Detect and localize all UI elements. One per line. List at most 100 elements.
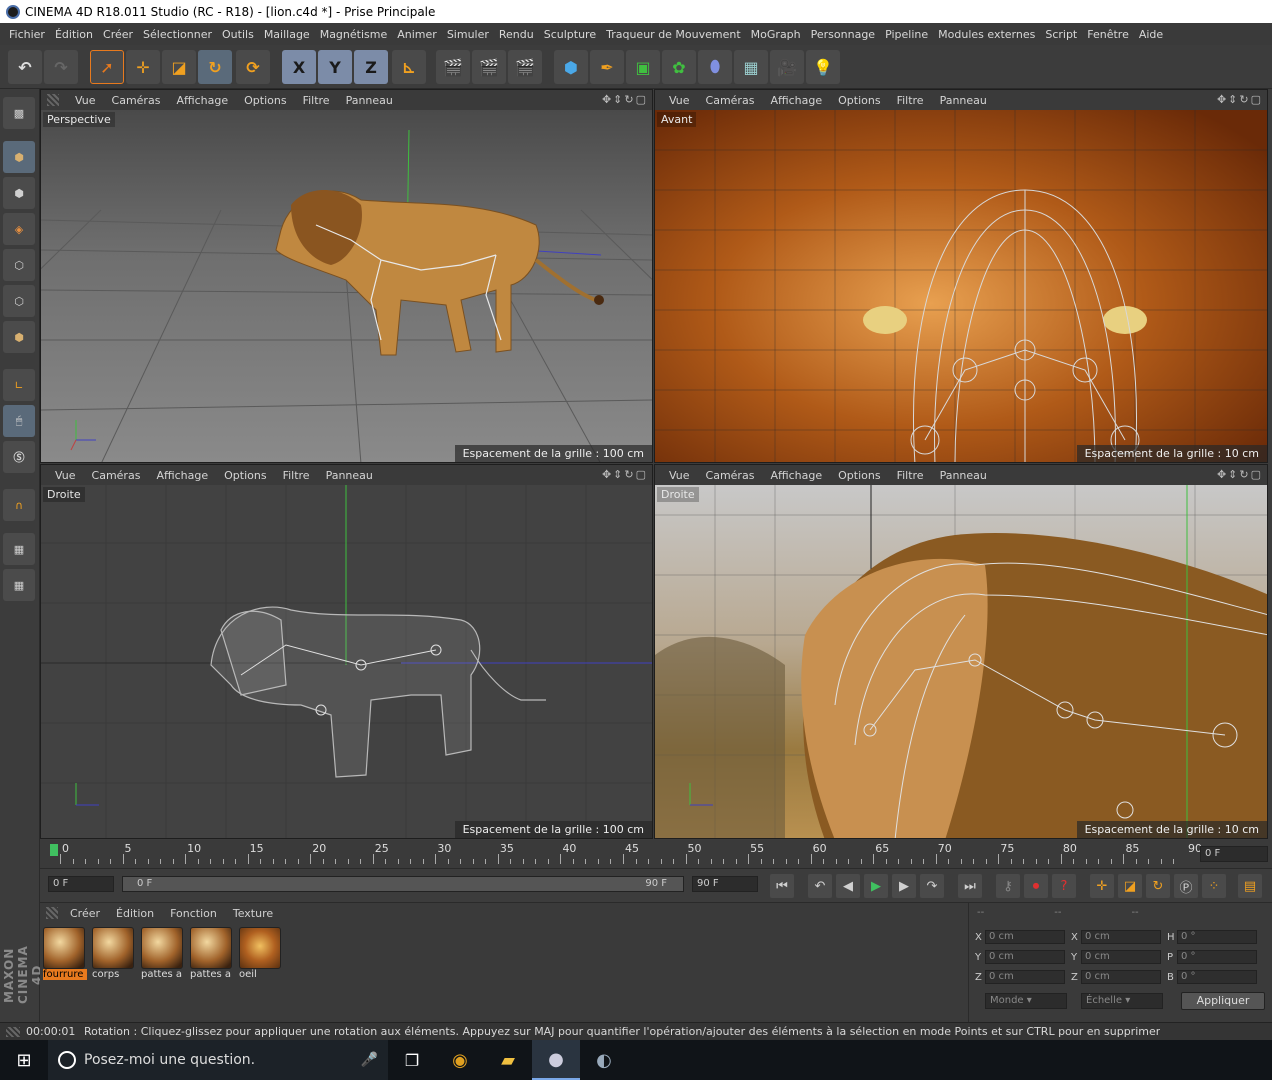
- menu-magnetisme[interactable]: Magnétisme: [315, 28, 393, 41]
- vp-menu-affichage[interactable]: Affichage: [762, 94, 830, 107]
- size-z-field[interactable]: 0 cm: [1081, 970, 1161, 984]
- material-pattes-a-1[interactable]: pattes a: [141, 927, 185, 985]
- max-frame-field[interactable]: 90 F: [692, 876, 758, 892]
- menu-outils[interactable]: Outils: [217, 28, 259, 41]
- vp-menu-filtre[interactable]: Filtre: [275, 469, 318, 482]
- record-keys-button[interactable]: ⚷: [996, 874, 1020, 898]
- menu-maillage[interactable]: Maillage: [259, 28, 315, 41]
- coord-system-button[interactable]: ⊾: [392, 50, 426, 84]
- menu-mograph[interactable]: MoGraph: [746, 28, 806, 41]
- right-photo-canvas[interactable]: Droite Espacement de la grille : 10 cm: [655, 485, 1267, 838]
- vp-menu-filtre[interactable]: Filtre: [889, 469, 932, 482]
- coord-space-dropdown[interactable]: Monde ▾: [985, 993, 1067, 1009]
- scale-tool-button[interactable]: ◪: [162, 50, 196, 84]
- key-pla-button[interactable]: ⁘: [1202, 874, 1226, 898]
- position-z-field[interactable]: 0 cm: [985, 970, 1065, 984]
- material-pattes-a-2[interactable]: pattes a: [190, 927, 234, 985]
- redo-button[interactable]: ↷: [44, 50, 78, 84]
- vp-menu-panneau[interactable]: Panneau: [932, 94, 995, 107]
- key-rotation-button[interactable]: ↻: [1146, 874, 1170, 898]
- key-scale-button[interactable]: ◪: [1118, 874, 1142, 898]
- viewport-right-photo[interactable]: Vue Caméras Affichage Options Filtre Pan…: [654, 464, 1268, 839]
- go-to-start-button[interactable]: ⏮: [770, 874, 794, 898]
- mat-menu-texture[interactable]: Texture: [225, 907, 281, 920]
- vp-menu-options[interactable]: Options: [830, 469, 888, 482]
- viewport-nav-icons[interactable]: ✥⇕↻▢: [602, 93, 648, 106]
- viewport-perspective[interactable]: Vue Caméras Affichage Options Filtre Pan…: [40, 89, 653, 463]
- mat-menu-edition[interactable]: Édition: [108, 907, 162, 920]
- rotation-b-field[interactable]: 0 °: [1177, 970, 1257, 984]
- windows-start-button[interactable]: ⊞: [0, 1040, 48, 1080]
- right-canvas[interactable]: Droite Espacement de la grille : 100 cm: [41, 485, 652, 838]
- vp-menu-filtre[interactable]: Filtre: [889, 94, 932, 107]
- lion-model[interactable]: [275, 190, 604, 356]
- viewport-nav-icons[interactable]: ✥⇕↻▢: [602, 468, 648, 481]
- range-slider[interactable]: 0 F 90 F: [122, 876, 684, 892]
- mat-menu-fonction[interactable]: Fonction: [162, 907, 225, 920]
- rotation-p-field[interactable]: 0 °: [1177, 950, 1257, 964]
- move-tool-button[interactable]: ✛: [126, 50, 160, 84]
- next-frame-button[interactable]: ▶: [892, 874, 916, 898]
- y-axis-button[interactable]: Y: [318, 50, 352, 84]
- coord-scale-dropdown[interactable]: Échelle ▾: [1081, 993, 1163, 1009]
- size-y-field[interactable]: 0 cm: [1081, 950, 1161, 964]
- prev-frame-button[interactable]: ◀: [836, 874, 860, 898]
- vp-menu-cameras[interactable]: Caméras: [698, 94, 763, 107]
- menu-edition[interactable]: Édition: [50, 28, 98, 41]
- viewport-nav-icons[interactable]: ✥⇕↻▢: [1217, 468, 1263, 481]
- vp-menu-vue[interactable]: Vue: [661, 469, 698, 482]
- autokey-button[interactable]: ?: [1052, 874, 1076, 898]
- menu-modules-externes[interactable]: Modules externes: [933, 28, 1040, 41]
- menu-pipeline[interactable]: Pipeline: [880, 28, 933, 41]
- menu-sculpture[interactable]: Sculpture: [539, 28, 601, 41]
- key-position-button[interactable]: ✛: [1090, 874, 1114, 898]
- points-mode-button[interactable]: ⬡: [3, 249, 35, 281]
- axis-mode-button[interactable]: ∟: [3, 369, 35, 401]
- vp-menu-affichage[interactable]: Affichage: [762, 469, 830, 482]
- key-param-button[interactable]: Ⓟ: [1174, 874, 1198, 898]
- cortana-search-box[interactable]: Posez-moi une question. 🎤: [48, 1040, 388, 1080]
- cinema4d-taskbar-button[interactable]: ●: [532, 1040, 580, 1080]
- vp-menu-vue[interactable]: Vue: [67, 94, 104, 107]
- tweak-mode-button[interactable]: 🖱: [3, 405, 35, 437]
- timeline-window-button[interactable]: ▤: [1238, 874, 1262, 898]
- camera-button[interactable]: 🎥: [770, 50, 804, 84]
- undo-button[interactable]: ↶: [8, 50, 42, 84]
- model-mode-button[interactable]: ⬢: [3, 141, 35, 173]
- material-oeil[interactable]: oeil: [239, 927, 283, 985]
- menu-creer[interactable]: Créer: [98, 28, 138, 41]
- edges-mode-button[interactable]: ⬡: [3, 285, 35, 317]
- lion-wireframe-side[interactable]: [210, 606, 546, 778]
- file-explorer-button[interactable]: ▰: [484, 1050, 532, 1071]
- viewport-front[interactable]: Vue Caméras Affichage Options Filtre Pan…: [654, 89, 1268, 463]
- vp-menu-panneau[interactable]: Panneau: [338, 94, 401, 107]
- floor-button[interactable]: ▦: [734, 50, 768, 84]
- recent-tool-button[interactable]: ⟳: [236, 50, 270, 84]
- light-button[interactable]: 💡: [806, 50, 840, 84]
- x-axis-button[interactable]: X: [282, 50, 316, 84]
- menu-traqueur[interactable]: Traqueur de Mouvement: [601, 28, 746, 41]
- workplane-lock-button[interactable]: ▦: [3, 533, 35, 565]
- menu-fenetre[interactable]: Fenêtre: [1082, 28, 1134, 41]
- render-picture-viewer-button[interactable]: 🎬: [472, 50, 506, 84]
- vp-menu-filtre[interactable]: Filtre: [295, 94, 338, 107]
- vp-menu-vue[interactable]: Vue: [47, 469, 84, 482]
- apply-button[interactable]: Appliquer: [1181, 992, 1265, 1010]
- timeline-ruler[interactable]: 0 5 10 15 20 25 30 35 40 45 50 55 60 65 70 75 80 85 90 0 F: [40, 840, 1272, 868]
- menu-script[interactable]: Script: [1040, 28, 1082, 41]
- front-canvas[interactable]: Avant Espacement de la grille : 10 cm: [655, 110, 1267, 462]
- rotate-tool-button[interactable]: ↻: [198, 50, 232, 84]
- vp-menu-panneau[interactable]: Panneau: [318, 469, 381, 482]
- make-editable-button[interactable]: ▩: [3, 97, 35, 129]
- menu-fichier[interactable]: Fichier: [4, 28, 50, 41]
- vp-menu-options[interactable]: Options: [236, 94, 294, 107]
- menu-simuler[interactable]: Simuler: [442, 28, 494, 41]
- app-taskbar-button[interactable]: ◐: [580, 1050, 628, 1071]
- subdivision-button[interactable]: ▣: [626, 50, 660, 84]
- vp-menu-cameras[interactable]: Caméras: [84, 469, 149, 482]
- current-frame-marker[interactable]: [50, 844, 58, 856]
- viewport-nav-icons[interactable]: ✥⇕↻▢: [1217, 93, 1263, 106]
- texture-mode-button[interactable]: ⬢: [3, 177, 35, 209]
- render-view-button[interactable]: 🎬: [436, 50, 470, 84]
- record-button[interactable]: ⏺: [1024, 874, 1048, 898]
